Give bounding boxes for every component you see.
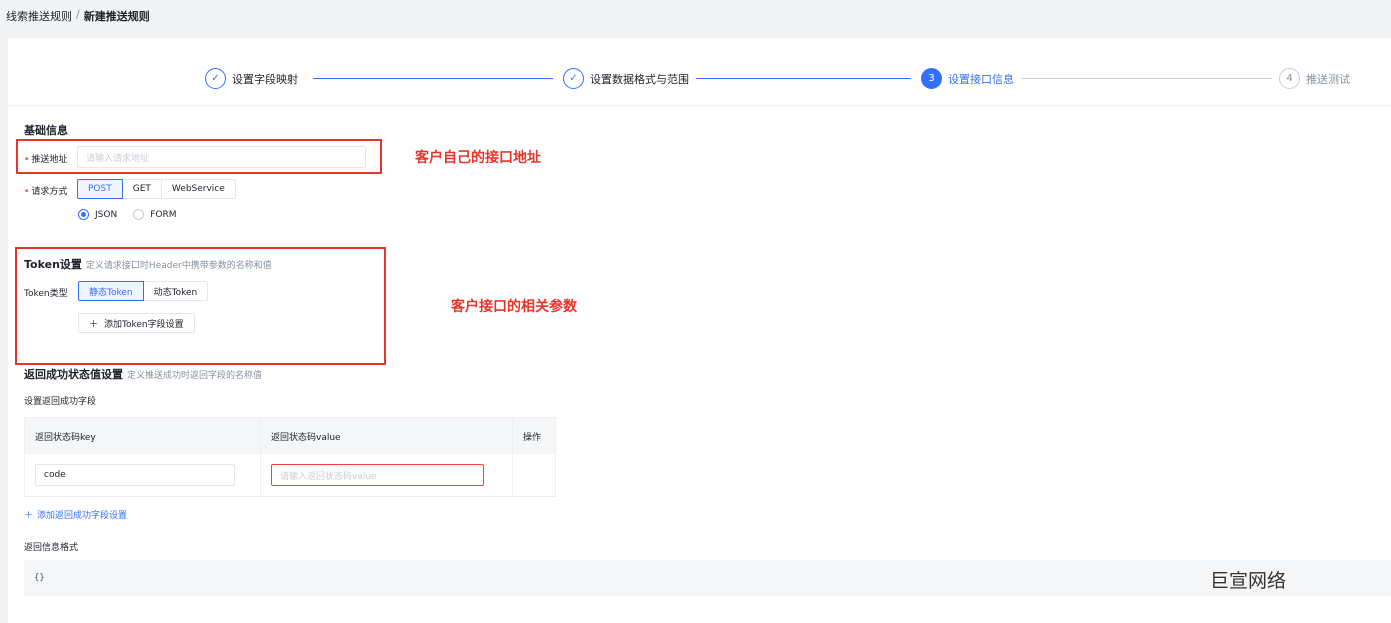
annotation-url-note: 客户自己的接口地址 xyxy=(415,150,541,166)
step-3-number: 3 xyxy=(921,68,942,89)
form-card: ✓ 设置字段映射 ✓ 设置数据格式与范围 3 设置接口信息 4 推送测试 基础信… xyxy=(8,38,1391,623)
value-cell: 请输入返回状态码value xyxy=(261,454,513,496)
radio-unchecked-icon xyxy=(133,209,145,220)
watermark: 巨宣网络 xyxy=(1210,570,1287,592)
breadcrumb: 线索推送规则 / 新建推送规则 xyxy=(6,8,150,24)
radio-form[interactable]: FORM xyxy=(133,209,176,220)
table-row: code 请输入返回状态码value xyxy=(25,454,555,496)
step-3[interactable]: 3 设置接口信息 xyxy=(921,68,1014,89)
step-connector-1 xyxy=(313,78,553,79)
steps-divider xyxy=(8,105,1391,106)
column-header-key: 返回状态码key xyxy=(25,418,261,454)
radio-form-label: FORM xyxy=(150,209,177,220)
success-subtitle: 定义推送成功时返回字段的名称值 xyxy=(127,371,263,381)
step-1[interactable]: ✓ 设置字段映射 xyxy=(205,68,298,89)
check-icon: ✓ xyxy=(205,68,226,89)
plus-icon: ＋ xyxy=(24,511,34,521)
step-3-label: 设置接口信息 xyxy=(948,72,1014,86)
return-format-editor[interactable]: {} xyxy=(24,560,1391,596)
column-header-action: 操作 xyxy=(523,432,542,443)
radio-json-label: JSON xyxy=(95,209,118,220)
method-get-button[interactable]: GET xyxy=(121,179,162,199)
status-value-input[interactable]: 请输入返回状态码value xyxy=(271,464,484,486)
method-label: • 请求方式 xyxy=(24,184,67,197)
success-section-title: 返回成功状态值设置 定义推送成功时返回字段的名称值 xyxy=(24,366,262,382)
step-4-label: 推送测试 xyxy=(1306,72,1350,86)
step-connector-3 xyxy=(1022,78,1272,79)
table-header: 返回状态码key 返回状态码value 操作 xyxy=(25,418,555,454)
method-post-button[interactable]: POST xyxy=(77,179,123,199)
method-label-text: 请求方式 xyxy=(31,187,68,197)
annotation-box-token xyxy=(15,247,386,365)
radio-checked-icon xyxy=(78,209,89,220)
required-mark: • xyxy=(24,187,30,197)
return-format-label: 返回信息格式 xyxy=(24,543,79,553)
format-radio-group: JSON FORM xyxy=(78,209,176,220)
annotation-token-note: 客户接口的相关参数 xyxy=(451,299,577,315)
action-cell xyxy=(513,454,555,496)
step-connector-2 xyxy=(696,78,911,79)
success-fields-table: 返回状态码key 返回状态码value 操作 code 请输入返回状态码valu… xyxy=(24,417,556,497)
status-key-input[interactable]: code xyxy=(35,464,235,486)
radio-json[interactable]: JSON xyxy=(78,209,117,220)
basic-section-title: 基础信息 xyxy=(24,124,68,137)
success-title-text: 返回成功状态值设置 xyxy=(24,368,123,381)
breadcrumb-current: 新建推送规则 xyxy=(83,10,150,23)
breadcrumb-separator: / xyxy=(76,8,80,21)
add-success-field-label: 添加返回成功字段设置 xyxy=(37,511,128,521)
add-success-field-link[interactable]: ＋添加返回成功字段设置 xyxy=(24,508,127,521)
steps-bar: ✓ 设置字段映射 ✓ 设置数据格式与范围 3 设置接口信息 4 推送测试 xyxy=(8,68,1391,90)
step-4-number: 4 xyxy=(1279,68,1300,89)
method-webservice-button[interactable]: WebService xyxy=(160,179,236,199)
step-4[interactable]: 4 推送测试 xyxy=(1279,68,1350,89)
key-cell: code xyxy=(25,454,261,496)
annotation-box-url xyxy=(16,139,382,174)
step-2-label: 设置数据格式与范围 xyxy=(590,72,689,86)
success-field-label: 设置返回成功字段 xyxy=(24,397,97,407)
step-1-label: 设置字段映射 xyxy=(232,72,298,86)
breadcrumb-parent[interactable]: 线索推送规则 xyxy=(6,8,72,24)
static-token-button[interactable]: 静态Token xyxy=(78,281,144,301)
step-2[interactable]: ✓ 设置数据格式与范围 xyxy=(563,68,689,89)
column-header-value: 返回状态码value xyxy=(261,418,513,454)
check-icon: ✓ xyxy=(563,68,584,89)
method-selector: POST GET WebService xyxy=(77,179,236,199)
